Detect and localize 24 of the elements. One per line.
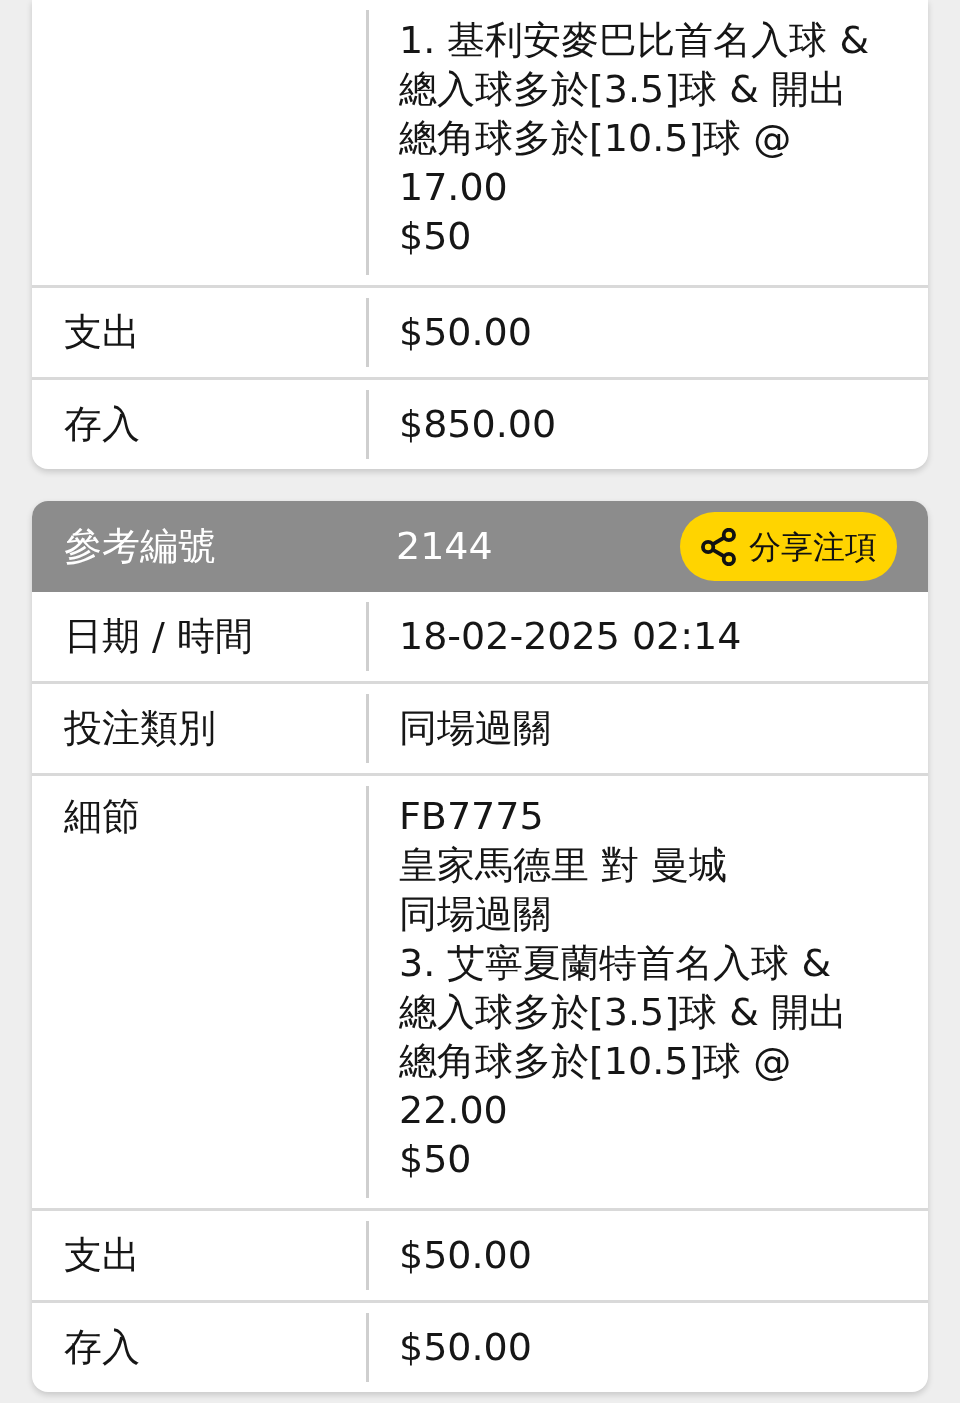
field-label: 投注類別	[64, 706, 216, 750]
detail-text: $50	[399, 213, 473, 260]
detail-text: 1. 基利安麥巴比首名入球 & 總入球多於[3.5]球 & 開出總角球多於[10.5]球 @ 17.00	[399, 17, 871, 211]
detail-text: 3. 艾寧夏蘭特首名入球 & 總入球多於[3.5]球 & 開出總角球多於[10.5]球 @ 22.00	[399, 940, 848, 1134]
field-label: 日期 / 時間	[64, 614, 253, 658]
field-value: 同場過關	[399, 706, 551, 750]
field-value: $50.00	[399, 1233, 532, 1277]
reference-number: 2144	[395, 523, 493, 570]
field-label: 細節	[64, 794, 140, 838]
field-value: $50.00	[399, 1325, 532, 1369]
detail-text: $50	[399, 1136, 473, 1183]
field-value: 18-02-2025 02:14	[399, 614, 742, 658]
field-label: 支出	[64, 310, 140, 354]
detail-text: 同場過關	[399, 891, 552, 938]
field-value: $850.00	[399, 402, 557, 446]
detail-text: 皇家馬德里 對 曼城	[399, 842, 729, 889]
field-label: 支出	[64, 1233, 140, 1277]
field-label: 存入	[64, 402, 140, 446]
detail-text: FB7775	[399, 793, 545, 840]
reference-label: 參考編號	[63, 523, 217, 570]
field-label: 存入	[64, 1325, 140, 1369]
field-value: $50.00	[399, 310, 532, 354]
share-icon	[701, 527, 736, 566]
share-button[interactable]: 分享注項	[680, 512, 897, 581]
